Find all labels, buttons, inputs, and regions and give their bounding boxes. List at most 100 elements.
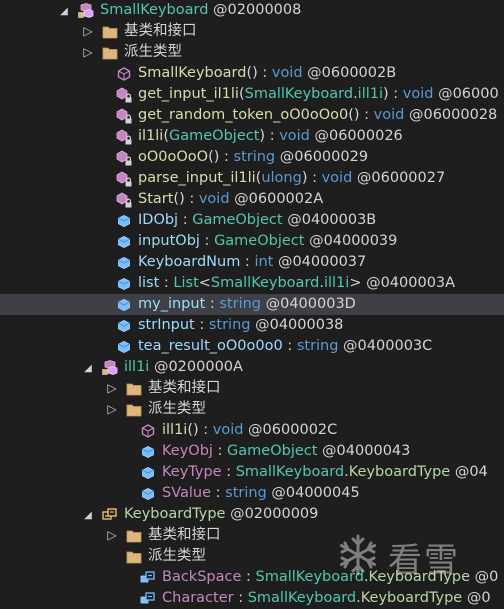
label-segment: @0400003B	[282, 212, 377, 228]
tree-node-label: KeyboardNum : int @04000037	[138, 252, 366, 273]
tree-node-label: 基类和接口	[124, 21, 197, 42]
tree-node-get-input-il1li[interactable]: get_input_il1li(SmallKeyboard.ill1i) : v…	[0, 84, 504, 105]
tree-node-item[interactable]: 基类和接口	[0, 378, 504, 399]
tree-node-item[interactable]: 派生类型	[0, 42, 504, 63]
label-segment: KeyboardType	[124, 506, 226, 522]
tree-node-keyboardnum[interactable]: KeyboardNum : int @04000037	[0, 252, 504, 273]
tree-node-smallkeyboard[interactable]: SmallKeyboard @02000008	[0, 0, 504, 21]
label-segment: oO0oOoO	[138, 149, 209, 165]
label-segment: void	[373, 107, 405, 123]
field-icon	[116, 273, 132, 294]
label-segment: ill1i	[124, 359, 150, 375]
label-segment: @04000038	[250, 317, 344, 333]
tree-node-label: SmallKeyboard @02000008	[100, 0, 301, 21]
tree-node-inputobj[interactable]: inputObj : GameObject @04000039	[0, 231, 504, 252]
expand-arrow-icon[interactable]	[106, 378, 118, 399]
folder-icon	[126, 378, 142, 399]
collapse-arrow-icon[interactable]	[82, 357, 94, 378]
tree-node-keyboardtype[interactable]: KeyboardType @02000009	[0, 504, 504, 525]
label-segment: @0400003C	[338, 338, 433, 354]
watermark: 看雪	[336, 527, 504, 587]
label-segment: 基类和接口	[148, 380, 221, 396]
tree-node-tea-result-oo0o0o0[interactable]: tea_result_oO0o0o0 : string @0400003C	[0, 336, 504, 357]
tree-node-svalue[interactable]: SValue : string @04000045	[0, 483, 504, 504]
tree-node-list[interactable]: list : List<SmallKeyboard.ill1i> @040000…	[0, 273, 504, 294]
tree-node-smallkeyboard[interactable]: SmallKeyboard() : void @0600002B	[0, 63, 504, 84]
tree-node-item[interactable]: 基类和接口	[0, 21, 504, 42]
tree-node-get-random-token-oo0ooo0[interactable]: get_random_token_oO0oOo0() : void @06000…	[0, 105, 504, 126]
label-segment: GameObject	[227, 443, 318, 459]
label-segment: get_input_il1li	[138, 86, 239, 102]
expand-arrow-icon[interactable]	[106, 399, 118, 420]
label-segment: 基类和接口	[124, 23, 197, 39]
label-segment: @0600002C	[243, 422, 338, 438]
label-segment: > @0400003A	[349, 275, 456, 291]
label-segment: :	[211, 485, 226, 501]
collapse-arrow-icon[interactable]	[82, 504, 94, 525]
folder-icon	[102, 42, 118, 63]
expand-arrow-icon[interactable]	[82, 21, 94, 42]
collapse-arrow-icon[interactable]	[58, 0, 70, 21]
label-segment: @0400003D	[261, 296, 356, 312]
label-segment: string	[219, 296, 261, 312]
label-segment: () :	[173, 191, 199, 207]
tree-node-label: 派生类型	[124, 42, 182, 63]
label-segment: my_input	[138, 296, 206, 312]
label-segment: void	[402, 86, 434, 102]
tree-node-keytype[interactable]: KeyType : SmallKeyboard.KeyboardType @04	[0, 462, 504, 483]
tree-node-keyobj[interactable]: KeyObj : GameObject @04000043	[0, 441, 504, 462]
label-segment: () :	[187, 422, 213, 438]
tree-node-item[interactable]: 派生类型	[0, 399, 504, 420]
expand-arrow-icon[interactable]	[106, 525, 118, 546]
label-segment: @0	[462, 590, 491, 606]
tree-node-label: tea_result_oO0o0o0 : string @0400003C	[138, 336, 432, 357]
label-segment: ill1i	[323, 275, 350, 291]
tree-node-parse-input-il1li[interactable]: parse_input_il1li(ulong) : void @0600002…	[0, 168, 504, 189]
label-segment: parse_input_il1li	[138, 170, 256, 186]
tree-node-ill1i[interactable]: ill1i() : void @0600002C	[0, 420, 504, 441]
class-icon	[78, 0, 94, 21]
label-segment: :	[205, 296, 220, 312]
folder-icon	[126, 525, 142, 546]
tree-node-my-input[interactable]: my_input : string @0400003D	[0, 294, 504, 315]
field-icon	[116, 231, 132, 252]
tree-node-label: get_random_token_oO0oOo0() : void @06000…	[138, 105, 497, 126]
method-private-icon	[116, 168, 132, 189]
method-public-icon	[116, 63, 132, 84]
folder-icon	[102, 21, 118, 42]
method-private-icon	[116, 105, 132, 126]
tree-node-label: SmallKeyboard() : void @0600002B	[138, 63, 396, 84]
expand-arrow-icon[interactable]	[82, 42, 94, 63]
tree-node-ill1i[interactable]: ill1i @0200000A	[0, 357, 504, 378]
label-segment: @04000043	[317, 443, 411, 459]
label-segment: string	[208, 317, 251, 333]
label-segment: SmallKeyboard	[244, 86, 354, 102]
label-segment: SmallKeyboard	[235, 464, 345, 480]
tree-node-strinput[interactable]: strInput : string @04000038	[0, 315, 504, 336]
method-public-icon	[140, 420, 156, 441]
label-segment: @02000008	[208, 2, 302, 18]
tree-node-label: 基类和接口	[148, 525, 221, 546]
tree-node-start[interactable]: Start() : void @0600002A	[0, 189, 504, 210]
tree-node-oo0oooo[interactable]: oO0oOoO() : string @06000029	[0, 147, 504, 168]
tree-node-label: ill1i() : void @0600002C	[162, 420, 337, 441]
method-private-icon	[116, 147, 132, 168]
field-icon	[116, 210, 132, 231]
label-segment: :	[282, 338, 297, 354]
label-segment: :	[159, 275, 174, 291]
label-segment: void	[321, 170, 353, 186]
field-icon	[116, 336, 132, 357]
method-private-icon	[116, 84, 132, 105]
tree-node-label: ill1i @0200000A	[124, 357, 243, 378]
label-segment: :	[199, 233, 215, 249]
label-segment: il1li	[138, 128, 164, 144]
watermark-text: 看雪	[388, 540, 460, 581]
tree-node-il1li[interactable]: il1li(GameObject) : void @06000026	[0, 126, 504, 147]
tree-node-label: 派生类型	[148, 399, 206, 420]
tree-node-idobj[interactable]: IDObj : GameObject @0400003B	[0, 210, 504, 231]
label-segment: 派生类型	[148, 401, 206, 417]
label-segment: :	[194, 317, 209, 333]
label-segment: KeyObj	[162, 443, 213, 459]
label-segment: () :	[246, 65, 272, 81]
enum-icon	[102, 504, 118, 525]
